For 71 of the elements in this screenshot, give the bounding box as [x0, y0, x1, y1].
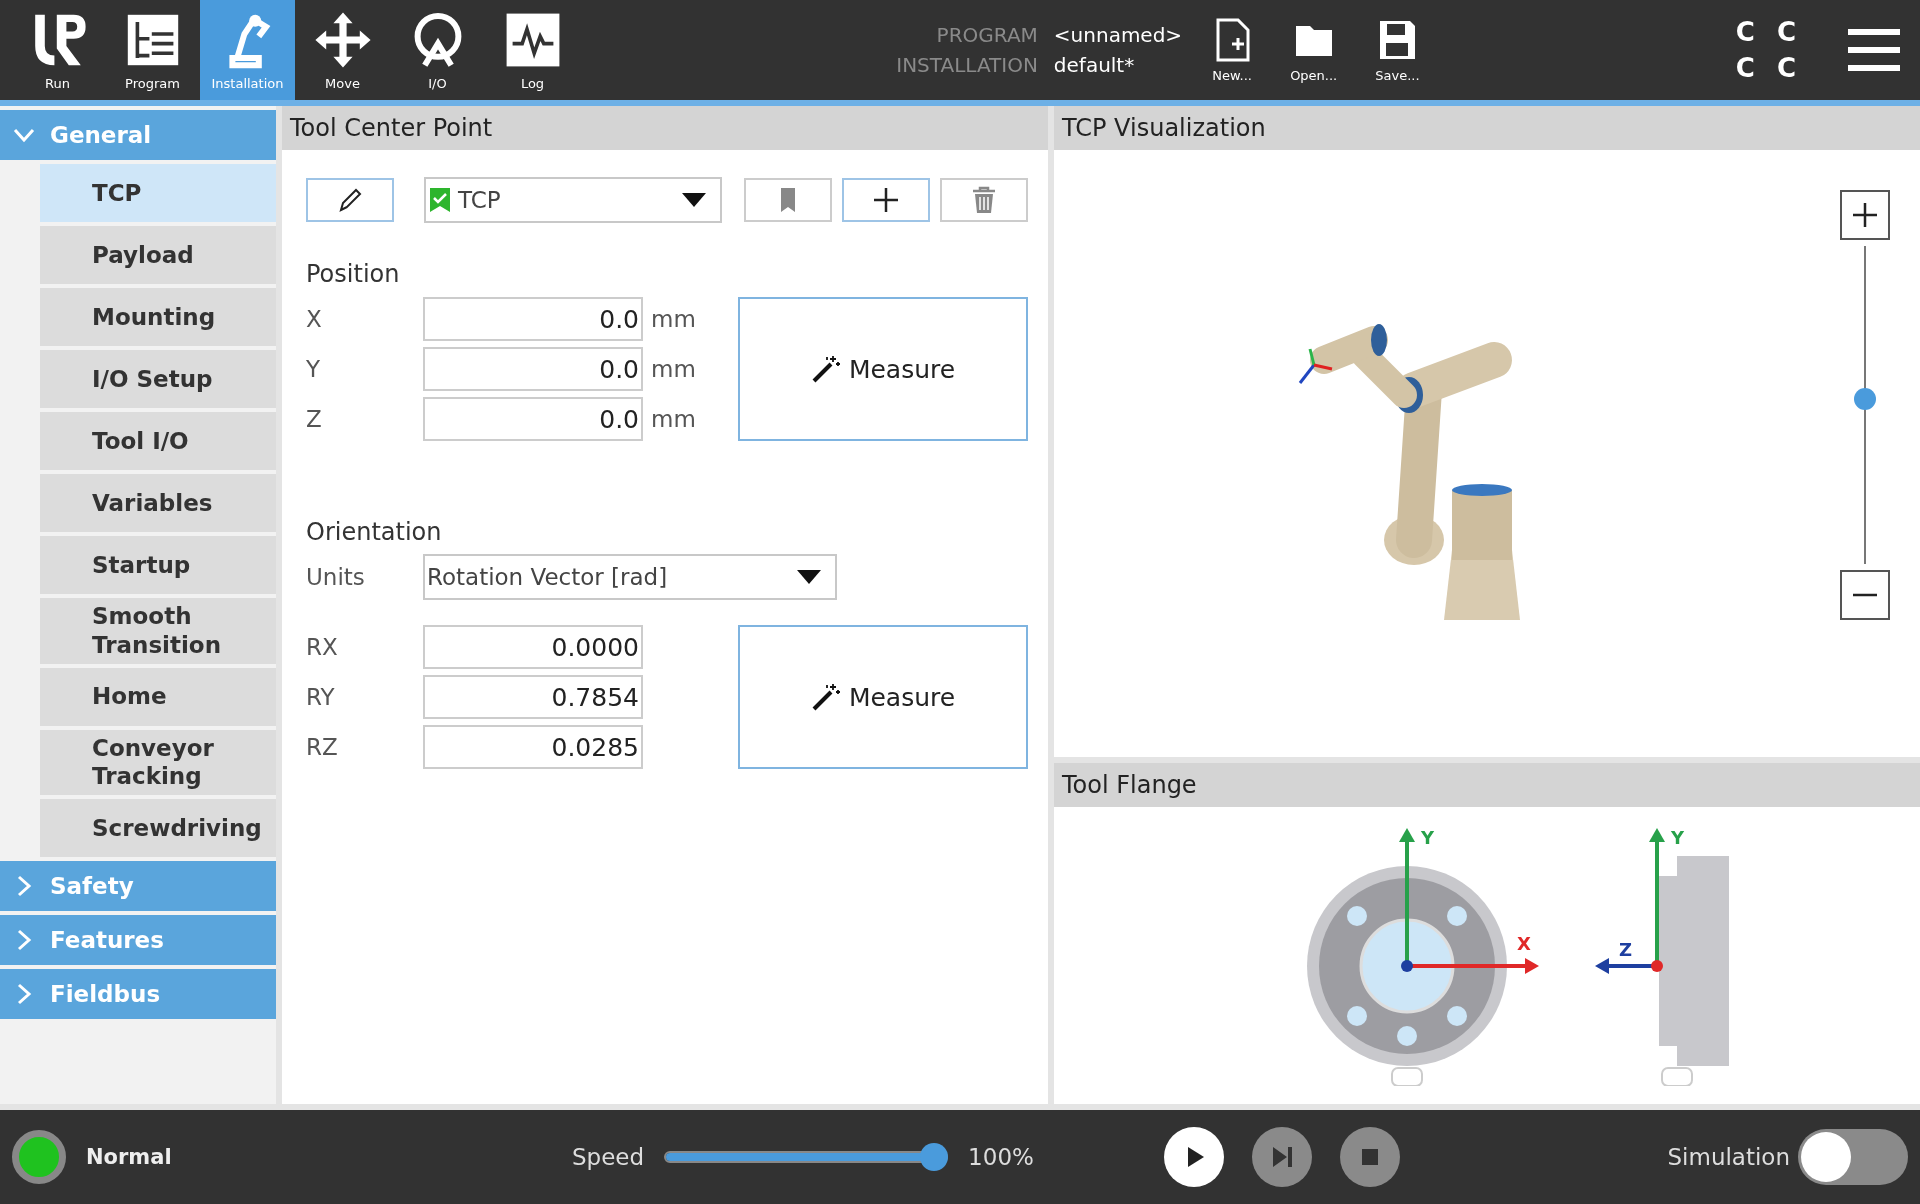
- unit-label: mm: [651, 306, 697, 332]
- simulation-label: Simulation: [1667, 1144, 1790, 1170]
- status-letter: C: [1776, 53, 1796, 83]
- panel-title: TCP Visualization: [1054, 106, 1920, 150]
- file-button[interactable]: Save...: [1375, 17, 1420, 83]
- file-button[interactable]: Open...: [1290, 17, 1338, 83]
- number-field[interactable]: 0.0: [423, 297, 643, 341]
- nav-tab[interactable]: Run: [10, 0, 105, 100]
- speed-slider[interactable]: [664, 1143, 949, 1171]
- status-light-icon: [12, 1130, 66, 1184]
- simulation-toggle[interactable]: [1798, 1129, 1908, 1185]
- nav-tab[interactable]: Log: [485, 0, 580, 100]
- speed-label: Speed: [572, 1144, 645, 1170]
- axis-label: Y: [1671, 826, 1685, 848]
- field-label: Units: [306, 564, 366, 590]
- bookmark-button[interactable]: [744, 178, 832, 222]
- edit-button[interactable]: [306, 178, 394, 222]
- number-field[interactable]: 0.7854: [423, 675, 643, 719]
- caret-icon: [682, 193, 706, 207]
- section-title: Orientation: [306, 518, 443, 546]
- magic-wand-icon: [810, 682, 841, 712]
- nav-tab[interactable]: Program: [105, 0, 200, 100]
- zoom-slider[interactable]: [1854, 246, 1876, 564]
- speed-reading: 100%: [968, 1144, 1034, 1170]
- plus-icon: [1850, 200, 1880, 230]
- tcp-dropdown[interactable]: TCP: [424, 177, 722, 223]
- zoom-in-button[interactable]: [1840, 190, 1890, 240]
- origin-dot: [1401, 959, 1413, 972]
- zoom-out-button[interactable]: [1840, 570, 1890, 620]
- units-dropdown[interactable]: Rotation Vector [rad]: [423, 554, 837, 600]
- installation-name: default*: [1053, 53, 1136, 77]
- number-field[interactable]: 0.0: [423, 397, 643, 441]
- number-field[interactable]: 0.0000: [423, 625, 643, 669]
- program-name: <unnamed>: [1053, 23, 1183, 47]
- field-label: RY: [306, 684, 336, 710]
- field-label: Z: [306, 406, 323, 432]
- measure-button[interactable]: Measure: [738, 625, 1028, 769]
- slider-thumb[interactable]: [1854, 388, 1876, 411]
- robot-state: Normal: [86, 1145, 172, 1169]
- axis-label: X: [1517, 932, 1531, 954]
- axis-label: Z: [1619, 938, 1633, 960]
- field-label: RX: [306, 634, 339, 660]
- unit-label: mm: [651, 356, 697, 382]
- number-field[interactable]: 0.0: [423, 347, 643, 391]
- installation-label: INSTALLATION: [896, 53, 1038, 77]
- origin-dot: [1651, 959, 1663, 972]
- menu-icon[interactable]: [1846, 28, 1902, 72]
- slider-thumb[interactable]: [920, 1143, 949, 1171]
- minus-icon: [1850, 593, 1880, 597]
- panel-title: Tool Flange: [1054, 763, 1920, 808]
- measure-button[interactable]: Measure: [738, 297, 1028, 441]
- plus-icon: [871, 185, 901, 215]
- add-button[interactable]: [842, 178, 930, 222]
- status-letter: C: [1735, 17, 1755, 47]
- field-label: X: [306, 306, 323, 332]
- field-label: Y: [306, 356, 322, 382]
- panel-title: Tool Center Point: [282, 106, 1048, 150]
- section-title: Position: [306, 260, 401, 288]
- delete-button[interactable]: [940, 178, 1028, 222]
- axis-label: Y: [1421, 826, 1435, 848]
- status-letter: C: [1735, 53, 1755, 83]
- caret-icon: [797, 570, 821, 584]
- file-button[interactable]: New...: [1212, 17, 1253, 83]
- nav-tab[interactable]: I/O: [390, 0, 485, 100]
- number-field[interactable]: 0.0285: [423, 725, 643, 769]
- program-label: PROGRAM: [935, 23, 1038, 47]
- status-letter: C: [1776, 17, 1796, 47]
- magic-wand-icon: [810, 354, 841, 384]
- field-label: RZ: [306, 734, 339, 760]
- nav-tab[interactable]: Move: [295, 0, 390, 100]
- unit-label: mm: [651, 406, 697, 432]
